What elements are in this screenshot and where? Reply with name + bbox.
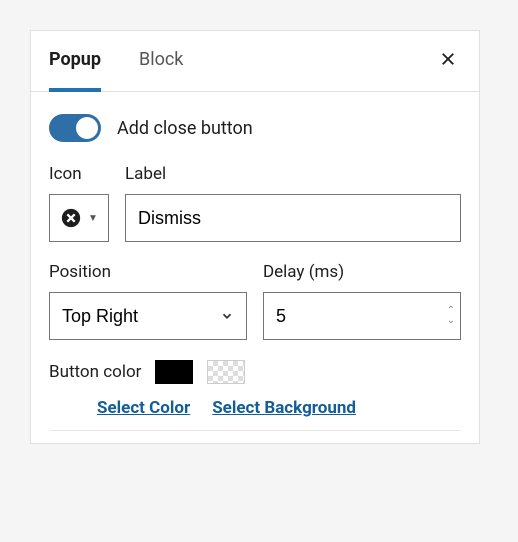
- position-delay-row: Position Top Right Delay (ms) ⌃ ⌄: [49, 262, 461, 340]
- caret-down-icon: ▼: [88, 213, 98, 224]
- tab-popup[interactable]: Popup: [49, 31, 101, 92]
- delay-col: Delay (ms) ⌃ ⌄: [263, 262, 461, 340]
- panel-body: Add close button Icon ▼ Label Position T…: [31, 92, 479, 443]
- color-swatch-foreground[interactable]: [155, 360, 193, 384]
- position-select[interactable]: Top Right: [49, 292, 247, 340]
- delay-input[interactable]: [263, 292, 461, 340]
- button-color-label: Button color: [49, 362, 141, 382]
- tab-bar: Popup Block: [31, 31, 479, 92]
- add-close-button-label: Add close button: [117, 118, 253, 139]
- position-col: Position Top Right: [49, 262, 247, 340]
- delay-stepper[interactable]: ⌃ ⌄: [447, 306, 455, 326]
- dismiss-circle-icon: [60, 207, 82, 229]
- delay-field-label: Delay (ms): [263, 262, 461, 282]
- stepper-down-icon: ⌄: [447, 316, 455, 326]
- close-panel-button[interactable]: [435, 35, 461, 88]
- select-background-link[interactable]: Select Background: [212, 398, 356, 418]
- label-col: Label: [125, 164, 461, 242]
- icon-col: Icon ▼: [49, 164, 109, 242]
- settings-panel: Popup Block Add close button Icon ▼ Labe…: [30, 30, 480, 444]
- icon-field-label: Icon: [49, 164, 109, 184]
- icon-picker[interactable]: ▼: [49, 194, 109, 242]
- select-color-link[interactable]: Select Color: [97, 398, 190, 418]
- add-close-button-row: Add close button: [49, 114, 461, 142]
- close-icon: [439, 50, 457, 68]
- button-color-row: Button color: [49, 360, 461, 384]
- position-field-label: Position: [49, 262, 247, 282]
- label-field-label: Label: [125, 164, 461, 184]
- add-close-button-toggle[interactable]: [49, 114, 101, 142]
- color-links-row: Select Color Select Background: [49, 398, 461, 418]
- color-swatch-background[interactable]: [207, 360, 245, 384]
- icon-label-row: Icon ▼ Label: [49, 164, 461, 242]
- label-input[interactable]: [125, 194, 461, 242]
- section-divider: [49, 430, 461, 431]
- tab-block[interactable]: Block: [139, 31, 183, 92]
- delay-input-wrap: ⌃ ⌄: [263, 292, 461, 340]
